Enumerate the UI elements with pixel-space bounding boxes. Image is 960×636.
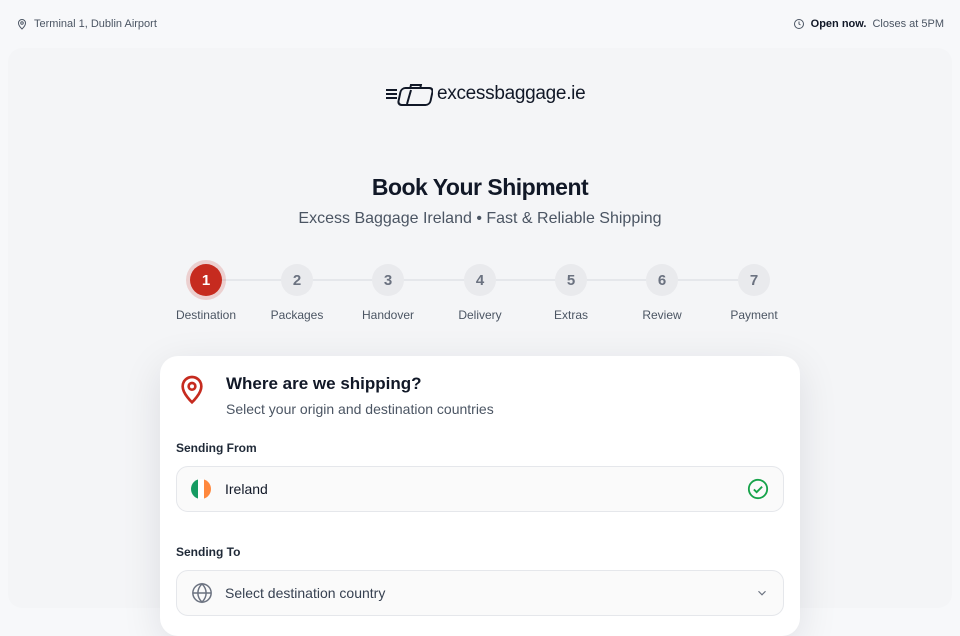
clock-icon	[793, 19, 804, 29]
step-extras[interactable]: 5 Extras	[531, 262, 611, 322]
suitcase-speed-icon	[386, 84, 433, 106]
sending-from-value: Ireland	[225, 481, 268, 497]
step-handover[interactable]: 3 Handover	[348, 262, 428, 322]
step-label: Delivery	[458, 308, 502, 322]
map-pin-icon	[181, 375, 203, 405]
chevron-down-icon	[758, 590, 766, 596]
logo-text: excessbaggage.ie	[437, 83, 586, 104]
sending-to-label: Sending To	[176, 545, 241, 559]
step-number: 2	[281, 264, 313, 296]
top-info-bar: Terminal 1, Dublin Airport Open now. Clo…	[0, 0, 960, 48]
sending-from-select[interactable]: Ireland	[176, 466, 784, 512]
step-label: Packages	[270, 308, 324, 322]
location-info: Terminal 1, Dublin Airport	[16, 18, 157, 30]
page-subtitle: Excess Baggage Ireland • Fast & Reliable…	[298, 210, 662, 227]
step-label: Destination	[175, 308, 237, 322]
step-payment[interactable]: 7 Payment	[714, 262, 794, 322]
step-label: Payment	[730, 308, 778, 322]
check-circle-icon	[747, 478, 769, 500]
step-label: Handover	[361, 308, 415, 322]
sending-from-label: Sending From	[176, 441, 257, 455]
sending-to-placeholder: Select destination country	[225, 585, 386, 601]
sending-to-select[interactable]: Select destination country	[176, 570, 784, 616]
step-label: Review	[642, 308, 682, 322]
open-status-text: Open now.	[810, 18, 867, 30]
closing-time-text: Closes at 5PM	[872, 18, 944, 30]
card-subtitle: Select your origin and destination count…	[226, 401, 494, 417]
opening-status: Open now. Closes at 5PM	[793, 18, 944, 30]
step-number: 7	[738, 264, 770, 296]
step-number: 4	[464, 264, 496, 296]
location-text: Terminal 1, Dublin Airport	[34, 18, 157, 30]
map-pin-icon	[17, 19, 27, 30]
page-title: Book Your Shipment	[371, 174, 589, 200]
step-packages[interactable]: 2 Packages	[257, 262, 337, 322]
globe-icon	[192, 582, 212, 604]
destination-card: Where are we shipping? Select your origi…	[160, 356, 800, 636]
step-review[interactable]: 6 Review	[622, 262, 702, 322]
step-number: 1	[190, 264, 222, 296]
card-title: Where are we shipping?	[226, 374, 422, 393]
step-delivery[interactable]: 4 Delivery	[440, 262, 520, 322]
step-number: 5	[555, 264, 587, 296]
booking-stepper: 1 Destination 2 Packages 3 Handover 4 De…	[160, 262, 800, 332]
ireland-flag-icon	[191, 479, 211, 499]
step-destination[interactable]: 1 Destination	[166, 262, 246, 322]
site-logo[interactable]: excessbaggage.ie	[385, 80, 586, 108]
step-number: 3	[372, 264, 404, 296]
step-number: 6	[646, 264, 678, 296]
card-header: Where are we shipping? Select your origi…	[176, 372, 494, 417]
step-label: Extras	[553, 308, 588, 322]
